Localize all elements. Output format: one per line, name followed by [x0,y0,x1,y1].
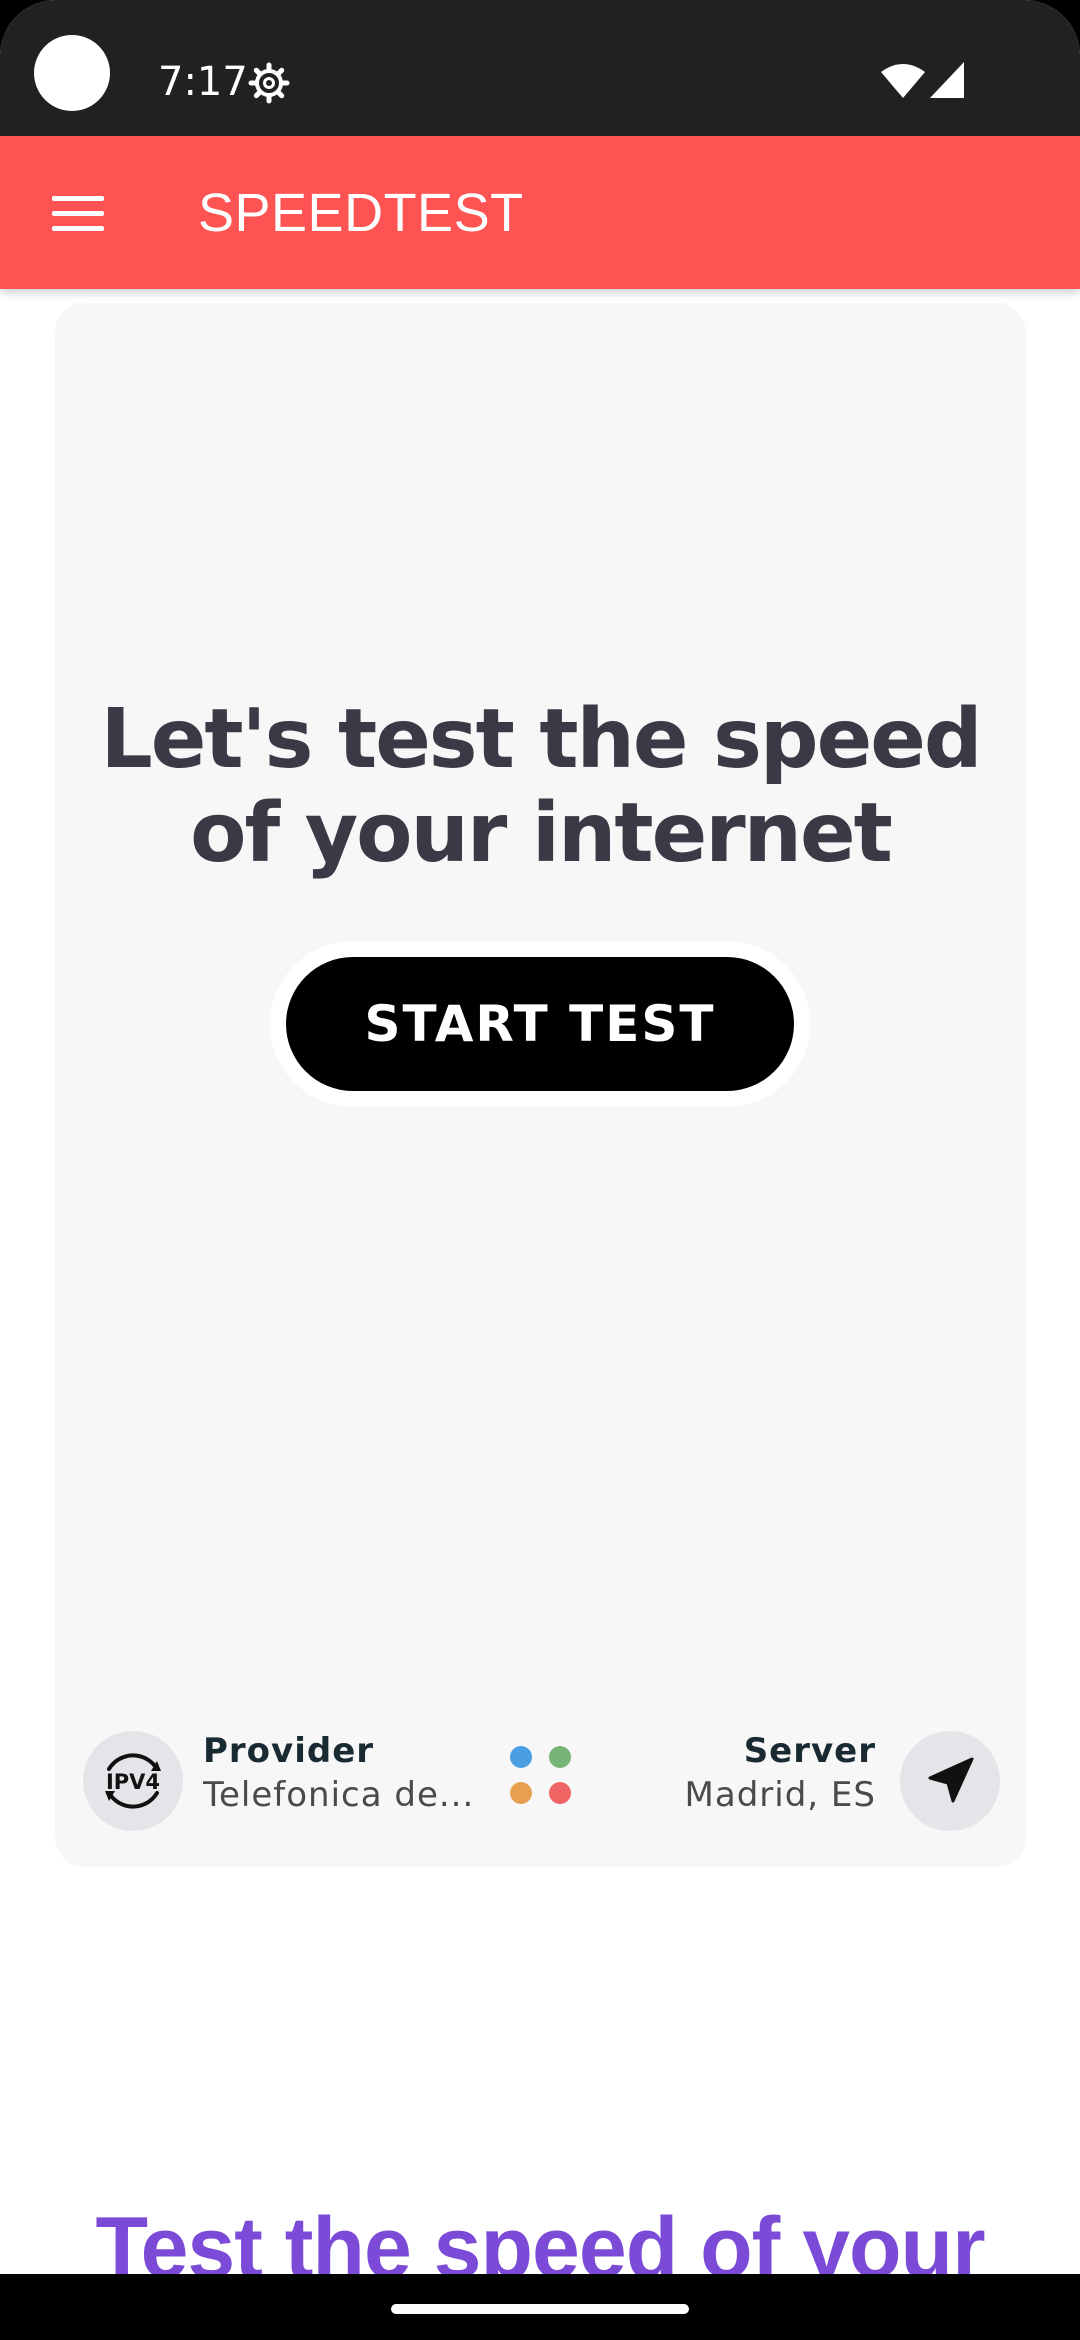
provider-label: Provider [203,1731,375,1771]
camera-cutout [34,35,110,111]
speedtest-card: Let's test the speed of your internet ST… [55,303,1026,1867]
settings-gear-icon [248,62,290,104]
app-bar: SPEEDTEST [0,136,1080,289]
start-test-button-ring: START TEST [270,941,810,1107]
status-bar: 7:17 [0,0,1080,136]
connection-status-dots [510,1746,590,1826]
status-time: 7:17 [158,59,248,105]
start-test-button[interactable]: START TEST [286,957,794,1091]
server-value: Madrid, ES [684,1775,876,1815]
hamburger-menu-icon[interactable] [30,178,126,248]
status-dot-blue [510,1746,532,1768]
navigation-arrow-icon[interactable] [900,1731,1000,1831]
app-title: SPEEDTEST [198,183,524,243]
cell-signal-icon [930,62,964,98]
status-dot-green [549,1746,571,1768]
home-indicator[interactable] [391,2304,689,2314]
server-label: Server [743,1731,876,1771]
speedtest-screen: 7:17 SPEEDTEST Let's test the speed of y… [0,0,1080,2340]
status-dot-orange [510,1782,532,1804]
hero-headline-highlight-text: internet [531,786,893,881]
provider-value: Telefonica de... [203,1775,475,1815]
hero-headline: Let's test the speed of your internet [55,693,1026,881]
ipv4-icon[interactable]: IPV4 [83,1731,183,1831]
svg-text:IPV4: IPV4 [106,1770,160,1794]
wifi-icon [881,64,925,98]
hero-headline-highlight: internet [531,786,893,881]
status-dot-red [549,1782,571,1804]
